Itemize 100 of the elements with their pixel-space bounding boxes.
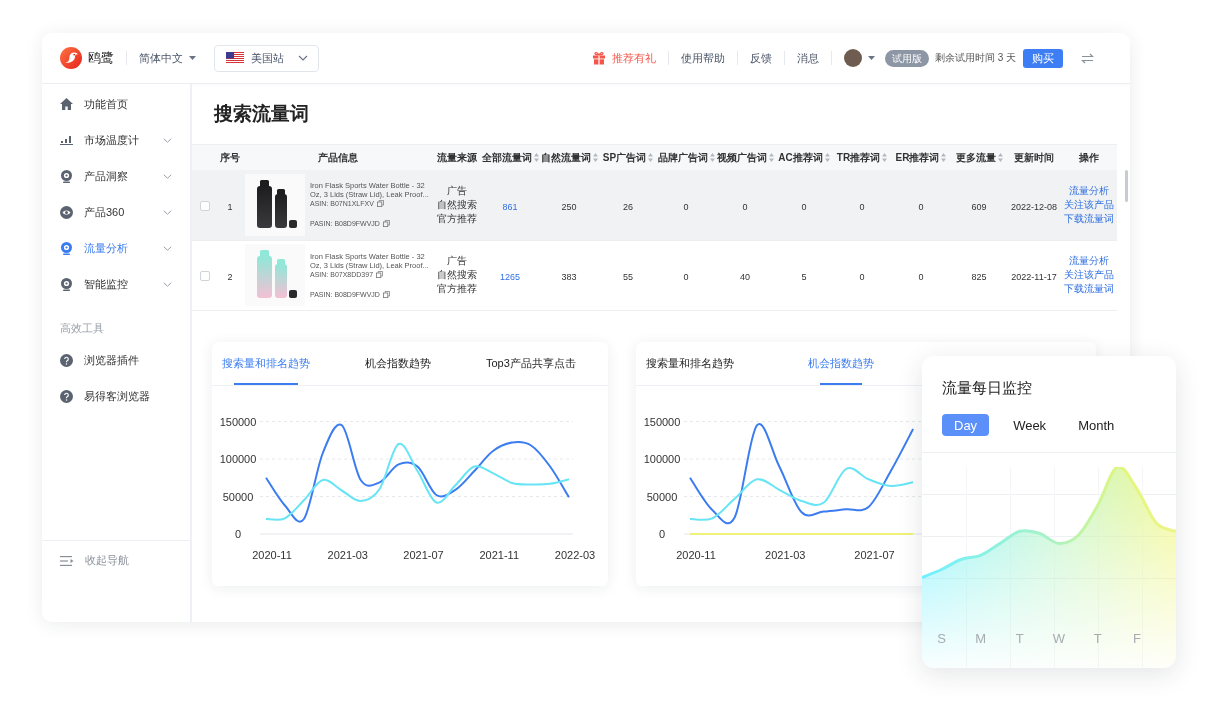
metric-link[interactable]: 861 bbox=[502, 201, 518, 212]
column-header: 流量来源 bbox=[437, 150, 477, 165]
column-header[interactable]: SP广告词 bbox=[602, 150, 647, 165]
nav-item[interactable]: 易得客浏览器 bbox=[42, 378, 190, 414]
sort-icon[interactable] bbox=[648, 153, 654, 162]
sort-icon[interactable] bbox=[768, 153, 774, 162]
column-header[interactable]: TR推荐词 bbox=[836, 150, 881, 165]
nav-item[interactable]: 功能首页 bbox=[42, 86, 190, 122]
chart-tab[interactable]: 搜索量和排名趋势 bbox=[222, 341, 310, 385]
nav-item[interactable]: 产品360 bbox=[42, 194, 190, 230]
caret-icon[interactable] bbox=[867, 56, 875, 60]
column-header[interactable]: 自然流量词 bbox=[540, 150, 591, 165]
metric-value: 5 bbox=[801, 272, 807, 282]
traffic-source: 自然搜索 bbox=[437, 197, 477, 212]
y-tick-label: 150000 bbox=[219, 415, 257, 427]
x-tick-label: T bbox=[1093, 631, 1102, 646]
logo-icon[interactable] bbox=[60, 47, 82, 69]
action-link[interactable]: 关注该产品 bbox=[1064, 197, 1114, 212]
column-header: 产品信息 bbox=[318, 150, 358, 165]
help-icon bbox=[60, 389, 73, 403]
nav-item[interactable]: 产品洞察 bbox=[42, 158, 190, 194]
header-link[interactable]: 推荐有礼 bbox=[591, 50, 656, 66]
sort-icon[interactable] bbox=[533, 153, 539, 162]
y-tick-label: 0 bbox=[658, 527, 666, 540]
column-header[interactable]: ER推荐词 bbox=[895, 150, 940, 165]
sort-icon[interactable] bbox=[592, 153, 598, 162]
header-link[interactable]: 反馈 bbox=[749, 50, 772, 66]
sort-icon[interactable] bbox=[709, 153, 715, 162]
copy-icon[interactable] bbox=[376, 200, 384, 208]
period-tab[interactable]: Week bbox=[1005, 414, 1055, 436]
column-header[interactable]: 全部流量词 bbox=[481, 150, 532, 165]
avatar[interactable] bbox=[843, 49, 862, 67]
metric-value: 0 bbox=[918, 201, 924, 212]
action-link[interactable]: 下载流量词 bbox=[1064, 211, 1114, 226]
nav-item[interactable]: 浏览器插件 bbox=[42, 342, 190, 378]
trial-text: 剩余试用时间 3 天 bbox=[934, 51, 1016, 65]
buy-button[interactable]: 购买 bbox=[1023, 48, 1063, 68]
header-link[interactable]: 使用帮助 bbox=[680, 50, 725, 66]
x-tick-label: T bbox=[1015, 631, 1024, 646]
metric-value: 0 bbox=[683, 201, 689, 212]
y-tick-label: 50000 bbox=[646, 490, 678, 502]
metric-value: 26 bbox=[623, 201, 633, 212]
x-tick-label: 2021-03 bbox=[765, 548, 806, 561]
metric-value: 0 bbox=[859, 272, 865, 282]
sort-icon[interactable] bbox=[941, 153, 947, 162]
action-link[interactable]: 流量分析 bbox=[1069, 183, 1109, 198]
action-link[interactable]: 下载流量词 bbox=[1064, 282, 1114, 296]
swap-icon[interactable] bbox=[1081, 52, 1094, 64]
row-checkbox[interactable] bbox=[199, 270, 210, 281]
copy-icon[interactable] bbox=[382, 220, 390, 228]
x-tick-label: 2021-07 bbox=[403, 548, 444, 561]
metric-link[interactable]: 1265 bbox=[500, 272, 520, 282]
column-header[interactable]: AC推荐词 bbox=[778, 150, 823, 165]
update-date: 2022-12-08 bbox=[1010, 201, 1057, 212]
column-header[interactable]: 视频广告词 bbox=[716, 150, 767, 165]
product-bottle-drawing[interactable] bbox=[245, 173, 305, 236]
row-checkbox[interactable] bbox=[199, 200, 210, 211]
metric-value: 0 bbox=[683, 272, 689, 282]
chart-tab[interactable]: 机会指数趋势 bbox=[808, 341, 874, 385]
period-tab[interactable]: Month bbox=[1070, 414, 1123, 436]
sort-icon[interactable] bbox=[824, 153, 830, 162]
action-link[interactable]: 关注该产品 bbox=[1064, 268, 1114, 282]
chart-tab[interactable]: 机会指数趋势 bbox=[365, 341, 431, 385]
scrollbar-thumb[interactable] bbox=[1125, 170, 1128, 202]
x-tick-label: 2020-11 bbox=[252, 548, 292, 561]
action-link[interactable]: 流量分析 bbox=[1069, 254, 1109, 268]
nav-item[interactable]: 市场温度计 bbox=[42, 122, 190, 158]
copy-icon[interactable] bbox=[382, 290, 390, 298]
nav-item[interactable]: 流量分析 bbox=[42, 230, 190, 266]
column-header: 操作 bbox=[1079, 150, 1099, 165]
y-tick-label: 0 bbox=[234, 527, 242, 540]
gift-icon bbox=[591, 51, 606, 65]
copy-icon[interactable] bbox=[376, 270, 384, 278]
chart-tab[interactable]: Top3产品共享点击 bbox=[486, 341, 576, 385]
metric-value: 250 bbox=[561, 201, 577, 212]
plan-badge: 试用版 bbox=[884, 49, 929, 67]
logo-text: 鸥鹭 bbox=[88, 49, 114, 67]
language-dropdown[interactable]: 简体中文 bbox=[139, 50, 196, 66]
x-tick-label: F bbox=[1132, 631, 1141, 646]
x-tick-label: 2021-03 bbox=[327, 548, 368, 561]
header-link[interactable]: 消息 bbox=[796, 50, 819, 66]
region-dropdown[interactable]: 美国站 bbox=[214, 44, 319, 72]
x-tick-label: 2020-11 bbox=[676, 548, 716, 561]
column-header: 更新时间 bbox=[1014, 150, 1054, 165]
nav-item[interactable]: 智能监控 bbox=[42, 266, 190, 302]
metric-value: 0 bbox=[742, 201, 748, 212]
sort-icon[interactable] bbox=[997, 153, 1003, 162]
section-title: 高效工具 bbox=[60, 321, 104, 336]
x-tick-label: S bbox=[937, 631, 946, 646]
traffic-source: 官方推荐 bbox=[437, 211, 477, 226]
x-tick-label: W bbox=[1052, 631, 1065, 646]
column-header[interactable]: 品牌广告词 bbox=[657, 150, 708, 165]
chart-tab[interactable]: 搜索量和排名趋势 bbox=[646, 341, 734, 385]
metric-value: 825 bbox=[971, 272, 987, 282]
metric-value: 609 bbox=[971, 201, 987, 212]
sort-icon[interactable] bbox=[882, 153, 888, 162]
help-icon bbox=[60, 353, 73, 367]
metric-value: 55 bbox=[623, 272, 633, 282]
webcam-icon bbox=[60, 241, 73, 255]
column-header[interactable]: 更多流量 bbox=[955, 150, 996, 165]
